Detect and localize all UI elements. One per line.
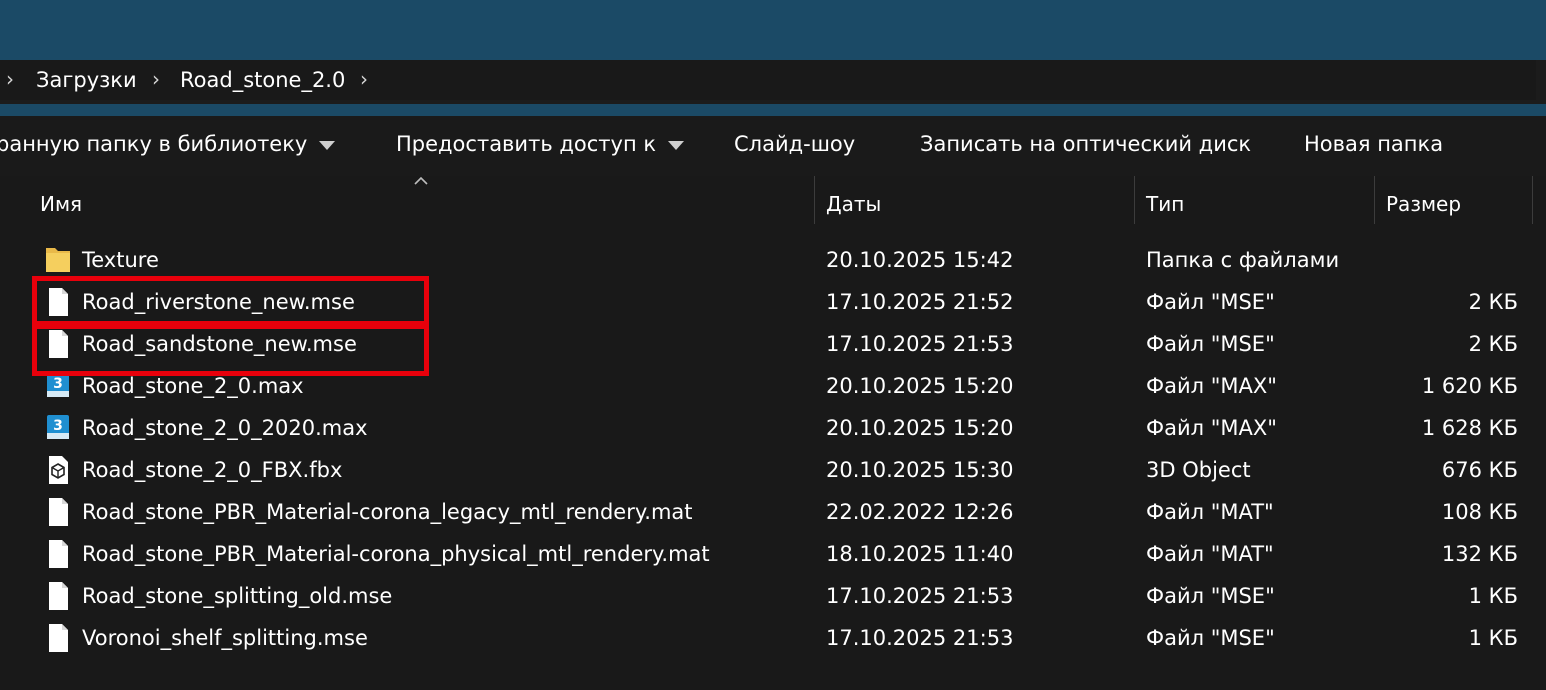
svg-text:3: 3 <box>53 376 63 392</box>
file-type: Файл "MSE" <box>1146 290 1275 314</box>
file-date: 17.10.2025 21:53 <box>826 626 1014 650</box>
file-name: Road_stone_PBR_Material-corona_physical_… <box>82 542 710 566</box>
file-type: Файл "MAX" <box>1146 416 1277 440</box>
add-to-library-button[interactable]: ранную папку в библиотеку <box>0 132 336 156</box>
3d-object-icon <box>44 454 72 486</box>
file-row[interactable]: Road_stone_PBR_Material-corona_physical_… <box>0 534 1546 576</box>
column-divider[interactable] <box>1374 176 1375 224</box>
file-date: 20.10.2025 15:20 <box>826 416 1014 440</box>
svg-text:3: 3 <box>53 418 63 434</box>
file-date: 17.10.2025 21:52 <box>826 290 1014 314</box>
file-size: 2 КБ <box>1468 290 1518 314</box>
file-type: Файл "MSE" <box>1146 584 1275 608</box>
file-date: 22.02.2022 12:26 <box>826 500 1014 524</box>
file-date: 17.10.2025 21:53 <box>826 332 1014 356</box>
window-accent-strip <box>0 104 1546 116</box>
folder-icon <box>44 244 72 276</box>
file-date: 20.10.2025 15:20 <box>826 374 1014 398</box>
file-type: Файл "MSE" <box>1146 626 1275 650</box>
file-icon <box>44 538 72 570</box>
chevron-down-icon <box>319 140 336 150</box>
file-date: 20.10.2025 15:42 <box>826 248 1014 272</box>
address-field[interactable]: › Загрузки › Road_stone_2.0 › <box>0 60 1536 100</box>
breadcrumb-chevron-icon[interactable]: › <box>360 67 368 91</box>
share-with-button[interactable]: Предоставить доступ к <box>396 132 685 156</box>
file-size: 1 КБ <box>1468 584 1518 608</box>
column-divider[interactable] <box>1532 176 1533 224</box>
3dsmax-icon: 3 <box>44 412 72 444</box>
add-to-library-label: ранную папку в библиотеку <box>0 132 308 156</box>
column-divider[interactable] <box>814 176 815 224</box>
window-title-bar <box>0 0 1546 60</box>
file-type: 3D Object <box>1146 458 1251 482</box>
column-header-type[interactable]: Тип <box>1146 192 1184 216</box>
file-row[interactable]: Road_stone_2_0_FBX.fbx 20.10.2025 15:30 3D… <box>0 450 1546 492</box>
file-row[interactable]: Voronoi_shelf_splitting.mse 17.10.2025 21… <box>0 618 1546 660</box>
file-icon <box>44 580 72 612</box>
file-icon <box>44 622 72 654</box>
breadcrumb-chevron-icon[interactable]: › <box>152 67 160 91</box>
share-with-label: Предоставить доступ к <box>396 132 657 156</box>
file-name: Road_stone_2_0_2020.max <box>82 416 368 440</box>
file-icon <box>44 496 72 528</box>
file-size: 132 КБ <box>1441 542 1518 566</box>
column-divider[interactable] <box>1134 176 1135 224</box>
file-date: 17.10.2025 21:53 <box>826 584 1014 608</box>
file-name: Voronoi_shelf_splitting.mse <box>82 626 368 650</box>
column-header-name[interactable]: Имя <box>40 192 82 216</box>
file-row[interactable]: 3 Road_stone_2_0_2020.max 20.10.2025 15:20… <box>0 408 1546 450</box>
file-date: 18.10.2025 11:40 <box>826 542 1014 566</box>
column-header-date[interactable]: Даты <box>826 192 881 216</box>
file-row[interactable]: Road_stone_splitting_old.mse 17.10.2025 2… <box>0 576 1546 618</box>
file-date: 20.10.2025 15:30 <box>826 458 1014 482</box>
burn-to-disc-button[interactable]: Записать на оптический диск <box>920 132 1251 156</box>
file-name: Texture <box>82 248 159 272</box>
file-size: 1 620 КБ <box>1421 374 1518 398</box>
file-type: Файл "MAT" <box>1146 542 1274 566</box>
slideshow-button[interactable]: Слайд-шоу <box>734 132 855 156</box>
red-highlight-box <box>32 324 429 376</box>
file-name: Road_stone_2_0_FBX.fbx <box>82 458 343 482</box>
file-name: Road_stone_splitting_old.mse <box>82 584 393 608</box>
command-bar: ранную папку в библиотеку Предоставить д… <box>0 116 1546 176</box>
column-header-row: Имя Даты Тип Размер <box>0 176 1546 232</box>
breadcrumb-chevron-icon[interactable]: › <box>6 67 14 91</box>
breadcrumb-item-current-folder[interactable]: Road_stone_2.0 <box>180 68 345 92</box>
file-size: 1 КБ <box>1468 626 1518 650</box>
sort-ascending-icon <box>414 176 428 185</box>
column-header-size[interactable]: Размер <box>1386 192 1461 216</box>
file-type: Файл "MSE" <box>1146 332 1275 356</box>
new-folder-button[interactable]: Новая папка <box>1304 132 1443 156</box>
breadcrumb-item-downloads[interactable]: Загрузки <box>36 68 137 92</box>
file-name: Road_stone_PBR_Material-corona_legacy_mt… <box>82 500 693 524</box>
file-type: Папка с файлами <box>1146 248 1340 272</box>
file-name: Road_stone_2_0.max <box>82 374 304 398</box>
file-type: Файл "MAX" <box>1146 374 1277 398</box>
file-size: 676 КБ <box>1441 458 1518 482</box>
file-size: 1 628 КБ <box>1421 416 1518 440</box>
file-row[interactable]: Road_stone_PBR_Material-corona_legacy_mt… <box>0 492 1546 534</box>
address-bar[interactable]: › Загрузки › Road_stone_2.0 › <box>0 60 1546 105</box>
file-size: 108 КБ <box>1441 500 1518 524</box>
chevron-down-icon <box>668 140 685 150</box>
red-highlight-box <box>32 276 429 326</box>
file-size: 2 КБ <box>1468 332 1518 356</box>
file-type: Файл "MAT" <box>1146 500 1274 524</box>
